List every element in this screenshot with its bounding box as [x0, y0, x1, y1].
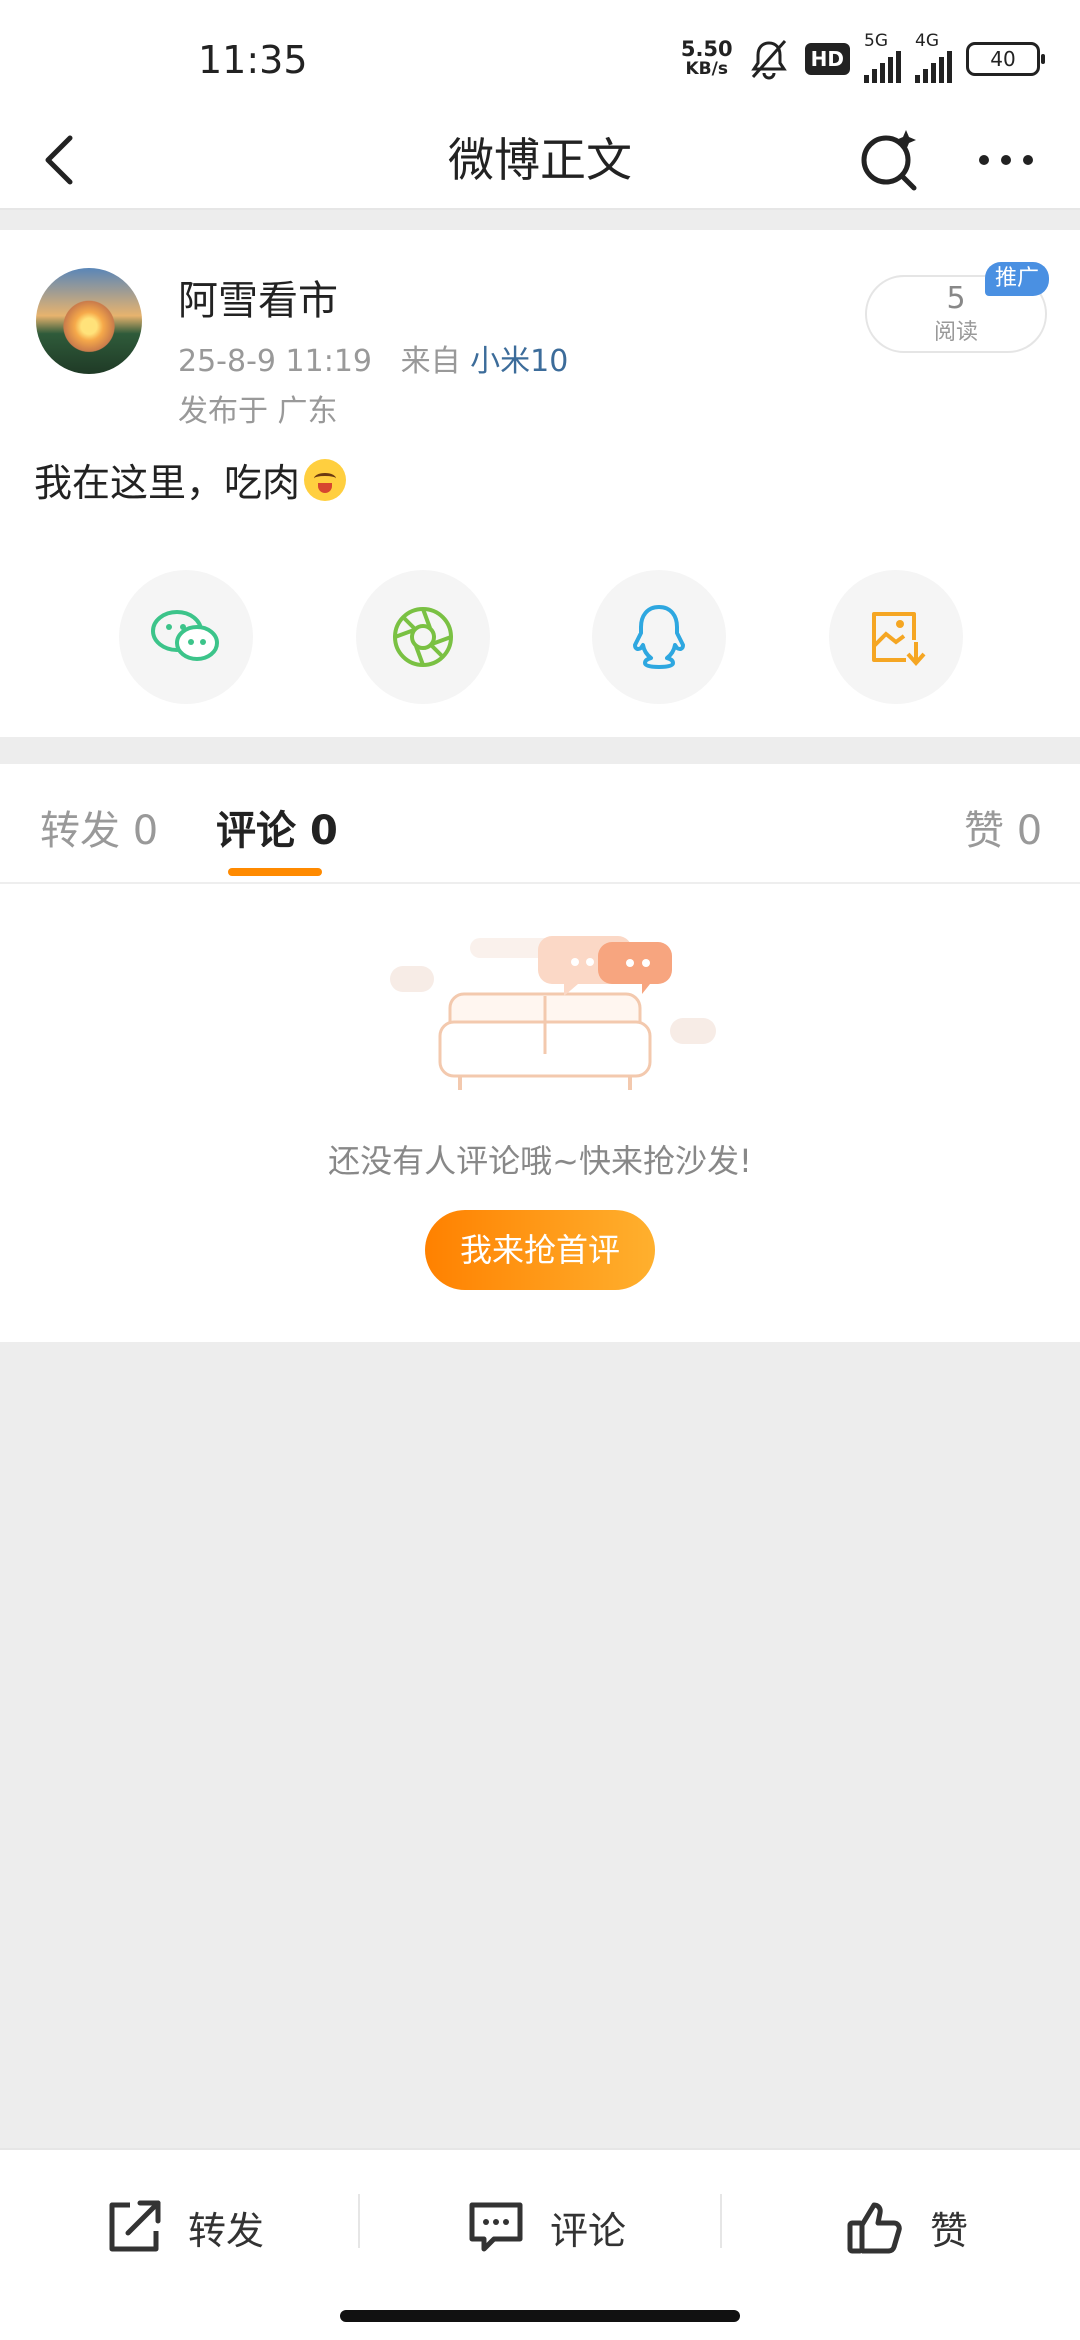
- like-button[interactable]: 赞: [844, 2192, 968, 2262]
- share-row: [0, 570, 1080, 704]
- status-icons: 5.50 KB/s HD 5G 4G 40: [680, 31, 1045, 84]
- post-card: 阿雪看市 25-8-9 11:19 来自 小米10 发布于 广东 5 阅读 推广…: [0, 230, 1080, 737]
- more-icon[interactable]: [970, 124, 1042, 196]
- post-text: 我在这里，吃肉: [34, 461, 301, 505]
- post-time: 25-8-9 11:19: [178, 344, 372, 379]
- source-prefix: 来自: [400, 344, 461, 379]
- share-wechat-button[interactable]: [119, 570, 253, 704]
- comment-button[interactable]: 评论: [464, 2192, 626, 2262]
- tab-comment-count: 0: [309, 808, 338, 854]
- save-image-icon: [872, 612, 926, 667]
- tab-repost-label: 转发: [40, 808, 120, 854]
- tab-comment[interactable]: 评论 0: [216, 798, 338, 856]
- tab-repost-count: 0: [132, 808, 159, 854]
- post-location: 发布于 广东: [178, 394, 338, 429]
- net-speed: 5.50 KB/s: [680, 37, 733, 80]
- net-speed-value: 5.50: [680, 37, 733, 61]
- hd-badge: HD: [804, 43, 850, 75]
- repost-label: 转发: [188, 2208, 265, 2253]
- tab-like-count: 0: [1016, 808, 1043, 854]
- post-meta: 25-8-9 11:19 来自 小米10: [178, 336, 568, 380]
- sofa-illustration-icon: [390, 936, 716, 1090]
- promo-badge[interactable]: 推广: [985, 262, 1050, 296]
- mute-icon: [750, 40, 787, 80]
- avatar[interactable]: [36, 268, 142, 374]
- signal-4g-label: 4G: [915, 31, 939, 51]
- thumbs-up-icon: [847, 2202, 902, 2254]
- bottom-toolbar: 转发 评论 赞: [0, 2148, 1080, 2340]
- qq-icon: [633, 605, 685, 669]
- home-indicator[interactable]: [340, 2310, 740, 2322]
- empty-comments: 还没有人评论哦~快来抢沙发! 我来抢首评: [0, 884, 1080, 1342]
- empty-message: 还没有人评论哦~快来抢沙发!: [328, 1142, 752, 1180]
- repost-icon: [109, 2200, 161, 2252]
- toolbar-divider: [358, 2194, 360, 2248]
- signal-5g-label: 5G: [864, 31, 888, 51]
- battery-level: 40: [990, 47, 1016, 71]
- emoji-icon: [304, 458, 347, 501]
- source-device[interactable]: 小米10: [470, 344, 568, 379]
- save-image-button[interactable]: [829, 570, 963, 704]
- tab-like-label: 赞: [964, 808, 1004, 854]
- nav-bar: 微博正文: [0, 110, 1080, 210]
- share-qq-button[interactable]: [592, 570, 726, 704]
- post-content: 我在这里，吃肉: [34, 452, 347, 507]
- share-moments-button[interactable]: [356, 570, 490, 704]
- tab-comment-label: 评论: [216, 808, 296, 854]
- first-comment-button[interactable]: 我来抢首评: [425, 1210, 655, 1290]
- moments-icon: [393, 607, 453, 667]
- status-bar: 11:35 5.50 KB/s HD 5G 4G 40: [0, 0, 1080, 110]
- like-label: 赞: [930, 2208, 969, 2253]
- author-name[interactable]: 阿雪看市: [178, 268, 338, 326]
- wechat-icon: [151, 610, 219, 661]
- read-label: 阅读: [933, 320, 978, 345]
- tab-active-indicator: [228, 868, 322, 876]
- toolbar-divider: [720, 2194, 722, 2248]
- repost-button[interactable]: 转发: [102, 2192, 264, 2262]
- comment-label: 评论: [550, 2208, 627, 2253]
- tab-repost[interactable]: 转发 0: [40, 798, 158, 856]
- post-tabs: 转发 0 评论 0 赞 0: [0, 764, 1080, 884]
- status-time: 11:35: [198, 38, 308, 82]
- comment-icon: [469, 2202, 523, 2252]
- tab-like[interactable]: 赞 0: [964, 798, 1042, 856]
- search-icon[interactable]: [854, 124, 926, 196]
- signal-4g: 4G: [915, 31, 952, 83]
- signal-5g: 5G: [864, 31, 901, 83]
- battery-icon: 40: [966, 42, 1045, 76]
- net-speed-unit: KB/s: [685, 59, 728, 79]
